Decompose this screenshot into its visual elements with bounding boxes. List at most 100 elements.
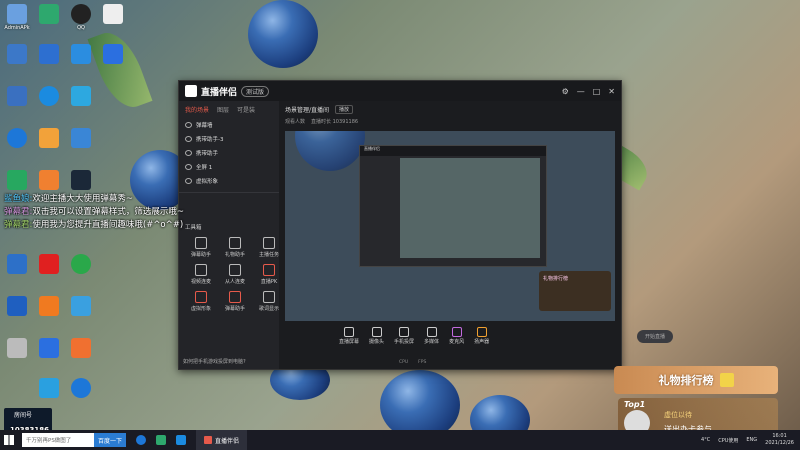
- eye-icon[interactable]: [185, 122, 192, 128]
- search-button[interactable]: 百度一下: [94, 433, 127, 447]
- streaming-app-window: 直播伴侣 测试版 ⚙ — □ ✕ 我的场景 图层 可是装 弹幕墙 携带助手-3 …: [178, 80, 673, 370]
- desktop-icon[interactable]: [34, 4, 64, 25]
- minimize-icon[interactable]: —: [577, 87, 585, 96]
- desktop-icon[interactable]: [66, 128, 96, 149]
- language-indicator[interactable]: ENG: [746, 437, 757, 443]
- desktop-icon[interactable]: AdminAPk: [2, 4, 32, 31]
- help-notice[interactable]: 如何把手机游戏投屏到电脑?: [183, 358, 246, 365]
- app-icon: [39, 128, 59, 148]
- cpu-status: CPU使用: [718, 437, 739, 444]
- desktop-icon[interactable]: [34, 296, 64, 317]
- tool-item[interactable]: 从人连麦: [219, 264, 251, 285]
- taskbar-active-app[interactable]: 直播伴侣: [196, 430, 248, 450]
- desktop-icon[interactable]: [2, 170, 32, 191]
- tool-item[interactable]: 虚拟形象: [185, 291, 217, 312]
- speaker-button[interactable]: 扬声器: [474, 327, 489, 345]
- desktop-icon[interactable]: [34, 338, 64, 359]
- tab-layers[interactable]: 图层: [217, 105, 229, 114]
- browser-icon[interactable]: [136, 435, 147, 445]
- desktop-icon[interactable]: [34, 128, 64, 149]
- source-phone-button[interactable]: 手机投屏: [394, 327, 414, 345]
- clock[interactable]: 16:01 2021/12/26: [765, 433, 794, 447]
- desktop-icon[interactable]: [66, 378, 96, 399]
- stream-preview[interactable]: 直播伴侣 礼物排行榜: [285, 131, 615, 321]
- shield-icon: [39, 44, 59, 64]
- desktop-icon[interactable]: [2, 254, 32, 275]
- taskbar-search-input[interactable]: 千万别再PS做图了: [22, 433, 94, 447]
- desktop-icon[interactable]: [2, 86, 32, 107]
- desktop-icon[interactable]: QQ: [66, 4, 96, 31]
- app-icon[interactable]: [156, 435, 167, 445]
- logo-icon: [185, 85, 197, 97]
- danmu-overlay: 鲨鱼娘:欢迎主播大大使用弹幕秀~ 弹幕君:双击我可以设置弹幕样式，筛选展示哦~ …: [4, 193, 184, 232]
- desktop-icon[interactable]: [98, 44, 128, 65]
- app-icon: [39, 170, 59, 190]
- tab-scenes[interactable]: 我的场景: [185, 105, 209, 114]
- mic-button[interactable]: 麦克风: [449, 327, 464, 345]
- app-icon: [39, 378, 59, 398]
- layer-item[interactable]: 携带助手-3: [179, 132, 279, 146]
- start-live-button[interactable]: 开始直播: [636, 329, 673, 343]
- app-icon: [204, 436, 213, 444]
- mic-icon: [451, 327, 462, 337]
- desktop-icon[interactable]: [34, 378, 64, 399]
- eye-icon[interactable]: [185, 136, 192, 142]
- browser-icon: [39, 86, 59, 106]
- eye-icon[interactable]: [185, 164, 192, 170]
- shield-icon: [39, 338, 59, 358]
- tool-icon: [195, 237, 207, 249]
- desktop-icon[interactable]: [98, 4, 128, 25]
- app-logo: 直播伴侣: [185, 85, 237, 98]
- top1-badge: Top1: [624, 400, 646, 409]
- main-panel: 场景管理/直播间 播放 观看人数 直播时长 10391186 直播伴侣 礼物排行…: [279, 101, 673, 369]
- tool-item[interactable]: 弹幕助手: [185, 237, 217, 258]
- close-icon[interactable]: ✕: [608, 87, 615, 96]
- maximize-icon[interactable]: □: [593, 87, 601, 96]
- tool-icon: [229, 264, 241, 276]
- layer-item[interactable]: 弹幕墙: [179, 118, 279, 132]
- tab-other[interactable]: 可是装: [237, 105, 255, 114]
- desktop-icon[interactable]: [34, 44, 64, 65]
- preview-berry: [295, 131, 365, 171]
- speaker-icon: [476, 327, 487, 337]
- desktop-icon[interactable]: [66, 254, 96, 275]
- desktop-icon[interactable]: [66, 338, 96, 359]
- scene-title: 场景管理/直播间: [285, 107, 330, 114]
- app-icon: [39, 254, 59, 274]
- taskbar: 千万别再PS做图了 百度一下 直播伴侣 4°C CPU使用 ENG 16:01 …: [0, 430, 800, 450]
- desktop-icon[interactable]: [34, 86, 64, 107]
- layer-item[interactable]: 虚拟形象: [179, 174, 279, 188]
- top1-name: 虚位以待: [664, 411, 692, 419]
- app-icon: [39, 4, 59, 24]
- left-tabs: 我的场景 图层 可是装: [179, 101, 279, 118]
- desktop-icon[interactable]: [2, 128, 32, 149]
- scene-bar: 场景管理/直播间 播放: [279, 101, 621, 118]
- tool-item[interactable]: 弹幕助手: [219, 291, 251, 312]
- scene-tag[interactable]: 播放: [335, 105, 354, 114]
- tool-item[interactable]: 视频连麦: [185, 264, 217, 285]
- desktop-icon[interactable]: [34, 170, 64, 191]
- desktop-icon[interactable]: [66, 86, 96, 107]
- app-icon: [103, 44, 123, 64]
- app-icon: [71, 254, 91, 274]
- eye-icon[interactable]: [185, 150, 192, 156]
- layer-item[interactable]: 携带助手: [179, 146, 279, 160]
- source-screen-button[interactable]: 直播屏幕: [339, 327, 359, 345]
- app-icon: [71, 338, 91, 358]
- app-icon[interactable]: [176, 435, 187, 445]
- desktop-icon[interactable]: [66, 170, 96, 191]
- desktop-icon[interactable]: [2, 296, 32, 317]
- desktop-icon[interactable]: [2, 44, 32, 65]
- source-media-button[interactable]: 多媒体: [424, 327, 439, 345]
- version-badge[interactable]: 测试版: [241, 85, 270, 97]
- tool-item[interactable]: 礼物助手: [219, 237, 251, 258]
- desktop-icon[interactable]: [66, 296, 96, 317]
- eye-icon[interactable]: [185, 178, 192, 184]
- desktop-icon[interactable]: [34, 254, 64, 275]
- layer-item[interactable]: 全屏 1: [179, 160, 279, 174]
- desktop-icon[interactable]: [2, 338, 32, 359]
- start-button[interactable]: [0, 430, 18, 450]
- desktop-icon[interactable]: [66, 44, 96, 65]
- source-camera-button[interactable]: 摄像头: [369, 327, 384, 345]
- settings-icon[interactable]: ⚙: [562, 87, 569, 96]
